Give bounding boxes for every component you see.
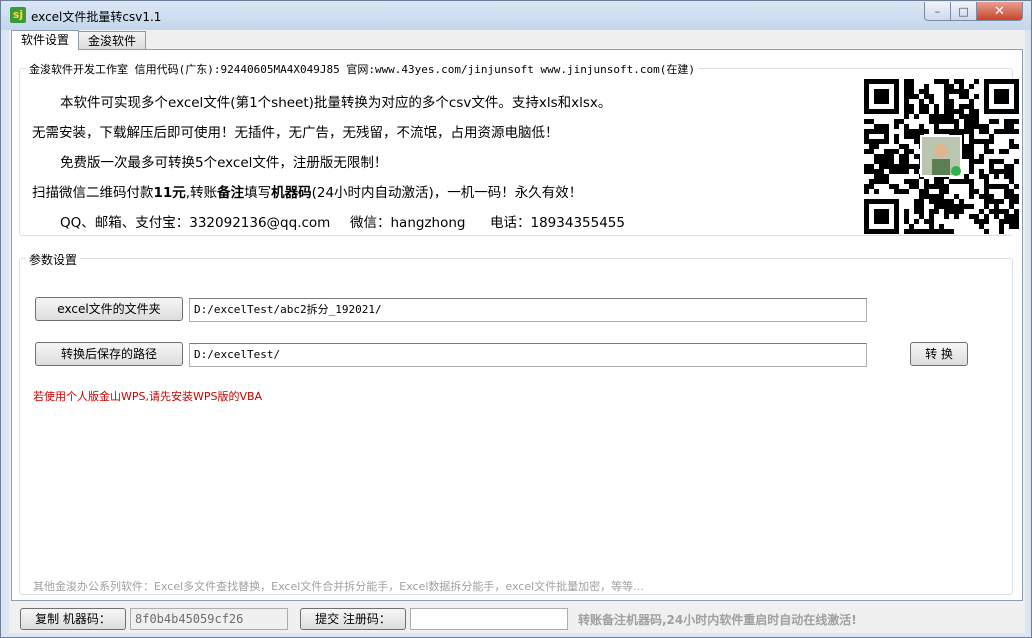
intro-line-3: 免费版一次最多可转换5个excel文件，注册版无限制！	[60, 155, 388, 171]
wechat-qr-code-icon	[864, 79, 1019, 234]
tab-strip: 软件设置 金浚软件	[11, 30, 147, 51]
source-folder-button[interactable]: excel文件的文件夹	[35, 297, 183, 321]
convert-button[interactable]: 转 换	[910, 342, 968, 366]
maximize-button[interactable]: □	[951, 2, 977, 21]
payment-mid-1: ,转账	[185, 185, 218, 201]
window-title: excel文件批量转csv1.1	[31, 10, 162, 24]
payment-mid-2: 填写	[244, 185, 272, 201]
target-folder-input[interactable]: D:/excelTest/	[189, 343, 867, 367]
minimize-button[interactable]: –	[924, 2, 951, 21]
contact-wechat: 微信：hangzhong	[350, 215, 466, 231]
other-products-text: 其他金浚办公系列软件：Excel多文件查找替换，Excel文件合并拆分能手，Ex…	[33, 580, 644, 593]
target-folder-button[interactable]: 转换后保存的路径	[35, 342, 183, 366]
contact-phone: 电话：18934355455	[490, 215, 625, 231]
title-bar[interactable]: sj excel文件批量转csv1.1 – □ ✕	[1, 1, 1031, 30]
payment-prefix: 扫描微信二维码付款	[32, 185, 154, 201]
app-window: sj excel文件批量转csv1.1 – □ ✕ 软件设置 金浚软件 金浚软件…	[0, 0, 1032, 638]
payment-remark-keyword: 备注	[217, 185, 245, 201]
tab-settings[interactable]: 软件设置	[11, 30, 80, 50]
payment-line: 扫描微信二维码付款11元,转账备注填写机器码(24小时内自动激活)，一机一码！永…	[32, 181, 582, 201]
minimize-icon: –	[934, 4, 941, 18]
payment-price: 11元	[153, 185, 186, 201]
tab-jinjun-software[interactable]: 金浚软件	[78, 31, 147, 50]
intro-line-2: 无需安装，下载解压后即可使用！无插件，无广告，无残留，不流氓，占用资源电脑低！	[32, 125, 559, 141]
copy-machine-code-button[interactable]: 复制 机器码：	[20, 608, 126, 630]
payment-suffix: (24小时内自动激活)，一机一码！永久有效！	[311, 185, 583, 201]
client-area: 软件设置 金浚软件 金浚软件开发工作室 信用代码(广东):92440605MA4…	[9, 30, 1025, 633]
wps-warning-text: 若使用个人版金山WPS,请先安装WPS版的VBA	[33, 390, 263, 403]
about-group: 金浚软件开发工作室 信用代码(广东):92440605MA4X049J85 官网…	[19, 61, 1019, 236]
window-controls: – □ ✕	[924, 2, 1023, 22]
contact-qq: QQ、邮箱、支付宝：332092136@qq.com	[60, 215, 331, 231]
activation-note: 转账备注机器码,24小时内软件重启时自动在线激活!	[578, 613, 857, 627]
payment-machine-code-keyword: 机器码	[271, 185, 312, 201]
sj-app-icon: sj	[10, 7, 26, 23]
close-button[interactable]: ✕	[977, 2, 1023, 21]
intro-line-1: 本软件可实现多个excel文件(第1个sheet)批量转换为对应的多个csv文件…	[60, 95, 612, 111]
settings-panel: 金浚软件开发工作室 信用代码(广东):92440605MA4X049J85 官网…	[11, 49, 1023, 601]
maximize-icon: □	[958, 4, 969, 18]
reg-code-input[interactable]	[410, 608, 568, 630]
machine-code-field[interactable]: 8f0b4b45059cf26	[130, 608, 288, 630]
params-legend: 参数设置	[26, 251, 81, 268]
company-info-legend: 金浚软件开发工作室 信用代码(广东):92440605MA4X049J85 官网…	[26, 61, 698, 77]
params-group: 参数设置 excel文件的文件夹 D:/excelTest/abc2拆分_192…	[19, 251, 1013, 595]
close-icon: ✕	[994, 3, 1005, 19]
submit-reg-code-button[interactable]: 提交 注册码：	[300, 608, 406, 630]
source-folder-input[interactable]: D:/excelTest/abc2拆分_192021/	[189, 298, 867, 322]
